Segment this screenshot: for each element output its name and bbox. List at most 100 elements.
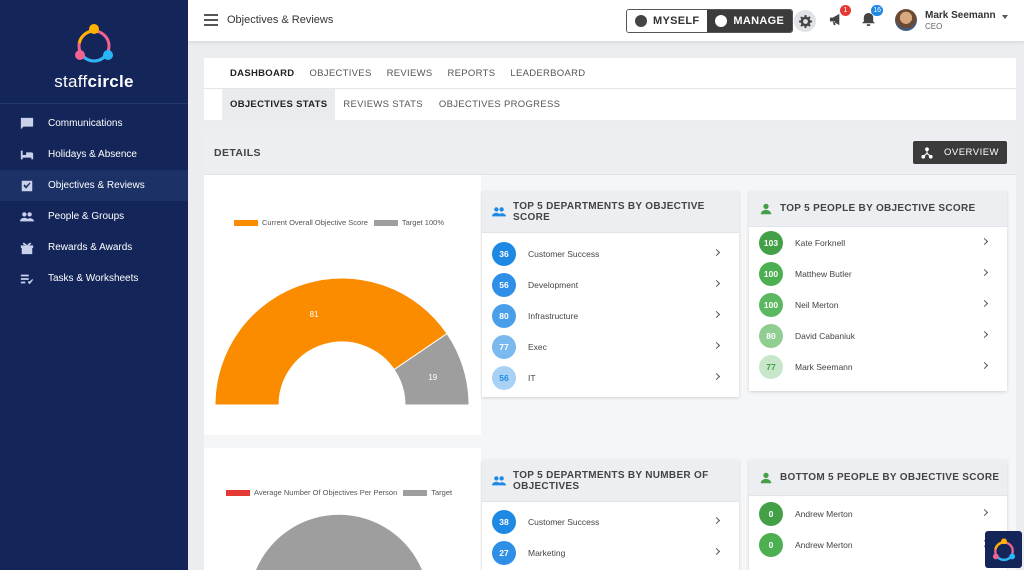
top-departments-count-card: TOP 5 DEPARTMENTS BY NUMBER OF OBJECTIVE… <box>482 460 739 570</box>
tab-reviews[interactable]: REVIEWS <box>387 68 433 79</box>
chevron-right-icon[interactable] <box>980 299 989 308</box>
staffcircle-logo-icon <box>985 531 1022 568</box>
overview-label: OVERVIEW <box>943 147 1000 158</box>
list-item[interactable]: 0 Andrew Merton <box>749 498 1007 529</box>
slice-value-label: 81 <box>310 310 319 319</box>
chevron-right-icon[interactable] <box>712 341 721 350</box>
list-item[interactable]: 36 Customer Success <box>482 238 739 269</box>
list-item-label: Development <box>528 279 579 290</box>
list-item[interactable]: 100 Matthew Butler <box>749 258 1007 289</box>
tab-objectives[interactable]: OBJECTIVES <box>309 68 371 79</box>
chevron-right-icon[interactable] <box>712 310 721 319</box>
sidebar-item-label: Tasks & Worksheets <box>48 273 139 284</box>
subtab-objectives-progress[interactable]: OBJECTIVES PROGRESS <box>431 89 568 120</box>
chevron-right-icon[interactable] <box>712 372 721 381</box>
hierarchy-icon <box>921 146 933 159</box>
score-badge: 100 <box>759 292 783 317</box>
card-rows: 38 Customer Success 27 Marketing <box>482 506 739 568</box>
brand-name: staffcircle <box>54 72 134 91</box>
bottom-people-score-card: BOTTOM 5 PEOPLE BY OBJECTIVE SCORE 0 Andr… <box>749 460 1007 570</box>
announcements-badge: 1 <box>840 5 851 16</box>
slice-value-label: 19 <box>428 373 437 382</box>
top-departments-score-card: TOP 5 DEPARTMENTS BY OBJECTIVE SCORE 36 C… <box>482 191 739 397</box>
sidebar-item-holidays[interactable]: Holidays & Absence <box>0 139 188 170</box>
sidebar-item-people[interactable]: People & Groups <box>0 201 188 232</box>
list-item[interactable]: 0 Andrew Merton <box>749 529 1007 560</box>
card-title: TOP 5 DEPARTMENTS BY OBJECTIVE SCORE <box>513 200 705 223</box>
sidebar-item-label: Holidays & Absence <box>48 149 137 160</box>
details-panel: DETAILS OVERVIEW Current Overall Objecti… <box>204 131 1016 570</box>
card-header: TOP 5 PEOPLE BY OBJECTIVE SCORE <box>749 191 1007 227</box>
score-badge: 80 <box>492 303 516 328</box>
brand-logo[interactable]: staffcircle <box>0 0 188 104</box>
sidebar-item-tasks[interactable]: Tasks & Worksheets <box>0 263 188 294</box>
list-item-label: Customer Success <box>528 516 600 527</box>
user-name[interactable]: Mark Seemann <box>925 10 996 21</box>
list-item[interactable]: 38 Customer Success <box>482 506 739 537</box>
list-item[interactable]: 27 Marketing <box>482 537 739 568</box>
score-badge: 56 <box>492 365 516 390</box>
tab-reports[interactable]: REPORTS <box>448 68 496 79</box>
sidebar-item-rewards[interactable]: Rewards & Awards <box>0 232 188 263</box>
score-badge: 27 <box>492 540 516 565</box>
subtab-objectives-stats[interactable]: OBJECTIVES STATS <box>222 89 336 120</box>
card-title: TOP 5 DEPARTMENTS BY NUMBER OF OBJECTIVE… <box>513 469 709 492</box>
chevron-right-icon[interactable] <box>712 516 721 525</box>
bed-icon <box>20 150 34 159</box>
chat-icon <box>20 117 34 129</box>
list-item[interactable]: 80 David Cabaniuk <box>749 320 1007 351</box>
chevron-right-icon[interactable] <box>712 547 721 556</box>
view-mode-toggle: MYSELF MANAGE <box>626 9 794 33</box>
top-bar: Objectives & Reviews MYSELF MANAGE 1 16 … <box>188 0 1024 42</box>
sidebar-item-label: Rewards & Awards <box>48 242 133 253</box>
subtab-reviews-stats[interactable]: REVIEWS STATS <box>335 89 431 120</box>
gear-icon <box>798 14 812 28</box>
overview-button[interactable]: OVERVIEW <box>913 141 1007 164</box>
list-item-label: Andrew Merton <box>795 539 853 550</box>
list-item[interactable]: 100 Neil Merton <box>749 289 1007 320</box>
chevron-down-icon[interactable] <box>1002 15 1008 19</box>
objective-score-chart: Current Overall Objective Score Target 1… <box>204 175 481 435</box>
settings-button[interactable] <box>794 10 816 32</box>
chevron-right-icon[interactable] <box>712 279 721 288</box>
sidebar-item-label: Objectives & Reviews <box>48 180 145 191</box>
list-item-label: Neil Merton <box>795 299 839 310</box>
chevron-right-icon[interactable] <box>980 268 989 277</box>
chevron-right-icon[interactable] <box>980 237 989 246</box>
gift-icon <box>20 242 34 254</box>
myself-button[interactable]: MYSELF <box>627 10 708 32</box>
list-item[interactable]: 56 Development <box>482 269 739 300</box>
notifications-button[interactable]: 16 <box>861 5 883 28</box>
list-item[interactable]: 56 IT <box>482 362 739 393</box>
hamburger-menu-icon[interactable] <box>204 14 218 26</box>
sidebar-item-label: People & Groups <box>48 211 125 222</box>
list-item-label: Infrastructure <box>528 310 579 321</box>
people-icon <box>20 211 34 221</box>
person-icon <box>760 472 772 483</box>
score-badge: 0 <box>759 532 783 557</box>
tab-dashboard[interactable]: DASHBOARD <box>230 68 294 79</box>
list-item[interactable]: 103 Kate Forknell <box>749 227 1007 258</box>
half-donut-chart: 81 19 <box>214 277 470 406</box>
list-item[interactable]: 80 Infrastructure <box>482 300 739 331</box>
avatar[interactable] <box>895 9 917 31</box>
list-item-label: Matthew Butler <box>795 268 852 279</box>
card-rows: 36 Customer Success 56 Development 80 Infrast… <box>482 238 739 393</box>
list-item-label: Exec <box>528 341 547 352</box>
sidebar-item-communications[interactable]: Communications <box>0 108 188 139</box>
chevron-right-icon[interactable] <box>980 330 989 339</box>
sidebar-item-objectives[interactable]: Objectives & Reviews <box>0 170 188 201</box>
score-badge: 103 <box>759 230 783 255</box>
list-item[interactable]: 77 Mark Seemann <box>749 351 1007 382</box>
chevron-right-icon[interactable] <box>980 508 989 517</box>
tab-leaderboard[interactable]: LEADERBOARD <box>510 68 585 79</box>
announcements-button[interactable]: 1 <box>829 5 851 28</box>
chevron-right-icon[interactable] <box>712 248 721 257</box>
list-item[interactable]: 77 Exec <box>482 331 739 362</box>
group-icon <box>492 475 506 485</box>
manage-button[interactable]: MANAGE <box>707 10 793 32</box>
sidebar: staffcircle Communications Holidays & Ab… <box>0 0 188 570</box>
chevron-right-icon[interactable] <box>980 361 989 370</box>
card-title: BOTTOM 5 PEOPLE BY OBJECTIVE SCORE <box>780 472 1000 483</box>
sub-tabs: OBJECTIVES STATS REVIEWS STATS OBJECTIVE… <box>204 89 1016 120</box>
